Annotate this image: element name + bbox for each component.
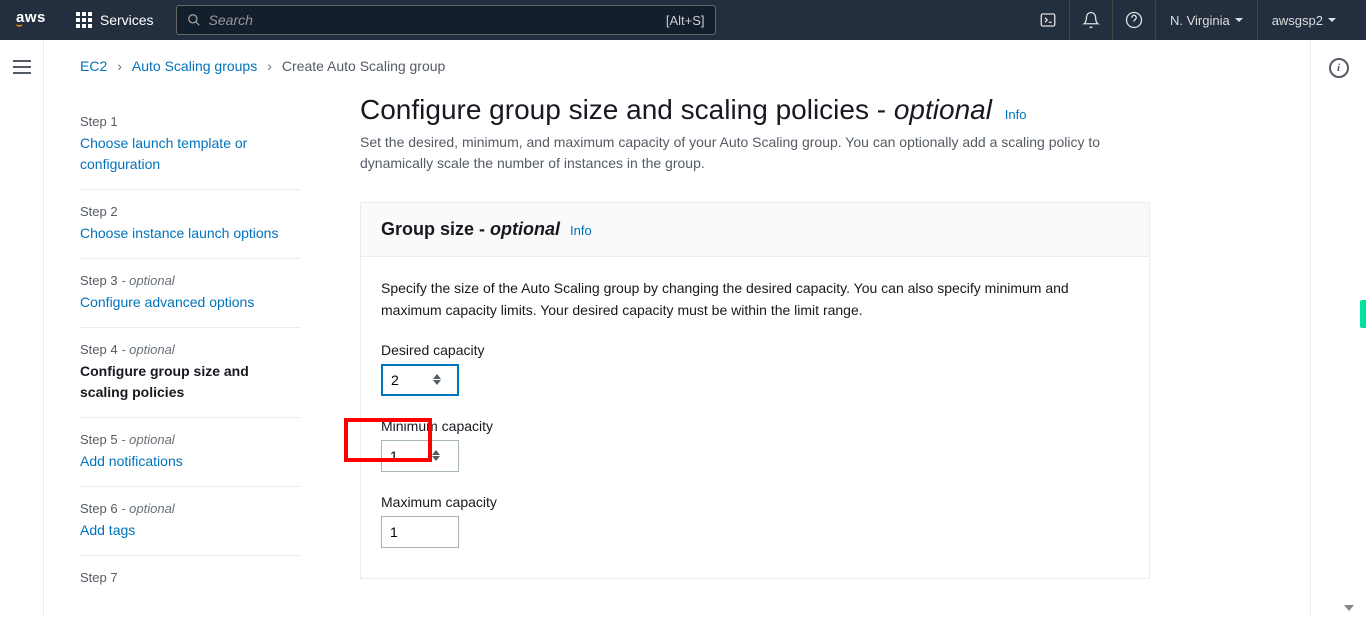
maximum-capacity-input[interactable] (382, 517, 432, 547)
breadcrumb-current: Create Auto Scaling group (282, 58, 445, 74)
chevron-down-icon (1328, 18, 1336, 22)
info-link[interactable]: Info (570, 223, 592, 238)
step-link[interactable]: Add notifications (80, 451, 300, 472)
region-selector[interactable]: N. Virginia (1156, 0, 1258, 40)
step-link[interactable]: Choose instance launch options (80, 223, 300, 244)
decrement-button[interactable] (433, 380, 441, 385)
step-link[interactable]: Add tags (80, 520, 300, 541)
account-selector[interactable]: awsgsp2 (1258, 0, 1350, 40)
scroll-down-icon[interactable] (1344, 605, 1354, 611)
step-label: Step 5 - optional (80, 432, 300, 447)
step-3: Step 3 - optional Configure advanced opt… (80, 259, 300, 328)
cloudshell-icon (1039, 11, 1057, 29)
chevron-down-icon (1235, 18, 1243, 22)
main-panel: Configure group size and scaling policie… (360, 84, 1274, 603)
step-current-title: Configure group size and scaling policie… (80, 361, 300, 403)
right-info-column: i (1310, 40, 1366, 617)
breadcrumb-separator-icon: › (117, 58, 122, 74)
step-link[interactable]: Choose launch template or configuration (80, 133, 300, 175)
minimum-capacity-field: Minimum capacity (381, 418, 1129, 472)
region-label: N. Virginia (1170, 13, 1230, 28)
increment-button[interactable] (432, 450, 440, 455)
steps-sidebar: Step 1 Choose launch template or configu… (80, 84, 300, 603)
green-marker (1360, 300, 1366, 328)
cloudshell-button[interactable] (1027, 0, 1070, 40)
step-6: Step 6 - optional Add tags (80, 487, 300, 556)
step-label: Step 7 (80, 570, 300, 585)
step-4: Step 4 - optional Configure group size a… (80, 328, 300, 418)
hamburger-menu-button[interactable] (13, 60, 31, 74)
card-header: Group size - optional Info (361, 203, 1149, 257)
card-description: Specify the size of the Auto Scaling gro… (381, 277, 1129, 322)
minimum-capacity-input[interactable] (382, 441, 432, 471)
desired-capacity-input[interactable] (383, 366, 433, 394)
services-label: Services (100, 12, 154, 28)
help-icon (1125, 11, 1143, 29)
step-2: Step 2 Choose instance launch options (80, 190, 300, 259)
page-description: Set the desired, minimum, and maximum ca… (360, 132, 1140, 174)
desired-capacity-input-wrap (381, 364, 459, 396)
breadcrumb-asg[interactable]: Auto Scaling groups (132, 58, 257, 74)
step-1: Step 1 Choose launch template or configu… (80, 100, 300, 190)
card-title: Group size - optional Info (381, 219, 1129, 240)
minimum-capacity-label: Minimum capacity (381, 418, 1129, 434)
bell-icon (1082, 11, 1100, 29)
step-label: Step 2 (80, 204, 300, 219)
content-split: Step 1 Choose launch template or configu… (44, 84, 1310, 603)
breadcrumb-separator-icon: › (267, 58, 272, 74)
services-button[interactable]: Services (66, 12, 164, 28)
step-5: Step 5 - optional Add notifications (80, 418, 300, 487)
help-button[interactable] (1113, 0, 1156, 40)
maximum-capacity-field: Maximum capacity (381, 494, 1129, 548)
breadcrumb: EC2 › Auto Scaling groups › Create Auto … (44, 40, 1310, 84)
step-label: Step 4 - optional (80, 342, 300, 357)
main-area: EC2 › Auto Scaling groups › Create Auto … (44, 40, 1310, 617)
desired-capacity-field: Desired capacity (381, 342, 1129, 396)
decrement-button[interactable] (432, 456, 440, 461)
spinner (432, 450, 446, 461)
top-nav: aws ⌣ Services [Alt+S] N. Virginia (0, 0, 1366, 40)
nav-right: N. Virginia awsgsp2 (1027, 0, 1350, 40)
info-panel-toggle[interactable]: i (1329, 58, 1349, 78)
notifications-button[interactable] (1070, 0, 1113, 40)
search-shortcut: [Alt+S] (666, 13, 705, 28)
services-grid-icon (76, 12, 92, 28)
minimum-capacity-input-wrap (381, 440, 459, 472)
step-link[interactable]: Configure advanced options (80, 292, 300, 313)
group-size-card: Group size - optional Info Specify the s… (360, 202, 1150, 579)
maximum-capacity-label: Maximum capacity (381, 494, 1129, 510)
account-label: awsgsp2 (1272, 13, 1323, 28)
left-menu-column (0, 40, 44, 617)
search-input[interactable] (209, 12, 666, 28)
aws-logo[interactable]: aws ⌣ (16, 9, 46, 31)
step-7: Step 7 (80, 556, 300, 603)
desired-capacity-label: Desired capacity (381, 342, 1129, 358)
step-label: Step 6 - optional (80, 501, 300, 516)
breadcrumb-ec2[interactable]: EC2 (80, 58, 107, 74)
info-link[interactable]: Info (1005, 107, 1027, 122)
spinner (433, 374, 447, 385)
card-body: Specify the size of the Auto Scaling gro… (361, 257, 1149, 578)
page-title: Configure group size and scaling policie… (360, 94, 1274, 126)
increment-button[interactable] (433, 374, 441, 379)
maximum-capacity-input-wrap (381, 516, 459, 548)
search-container[interactable]: [Alt+S] (176, 5, 716, 35)
step-label: Step 3 - optional (80, 273, 300, 288)
search-icon (187, 13, 201, 27)
step-label: Step 1 (80, 114, 300, 129)
